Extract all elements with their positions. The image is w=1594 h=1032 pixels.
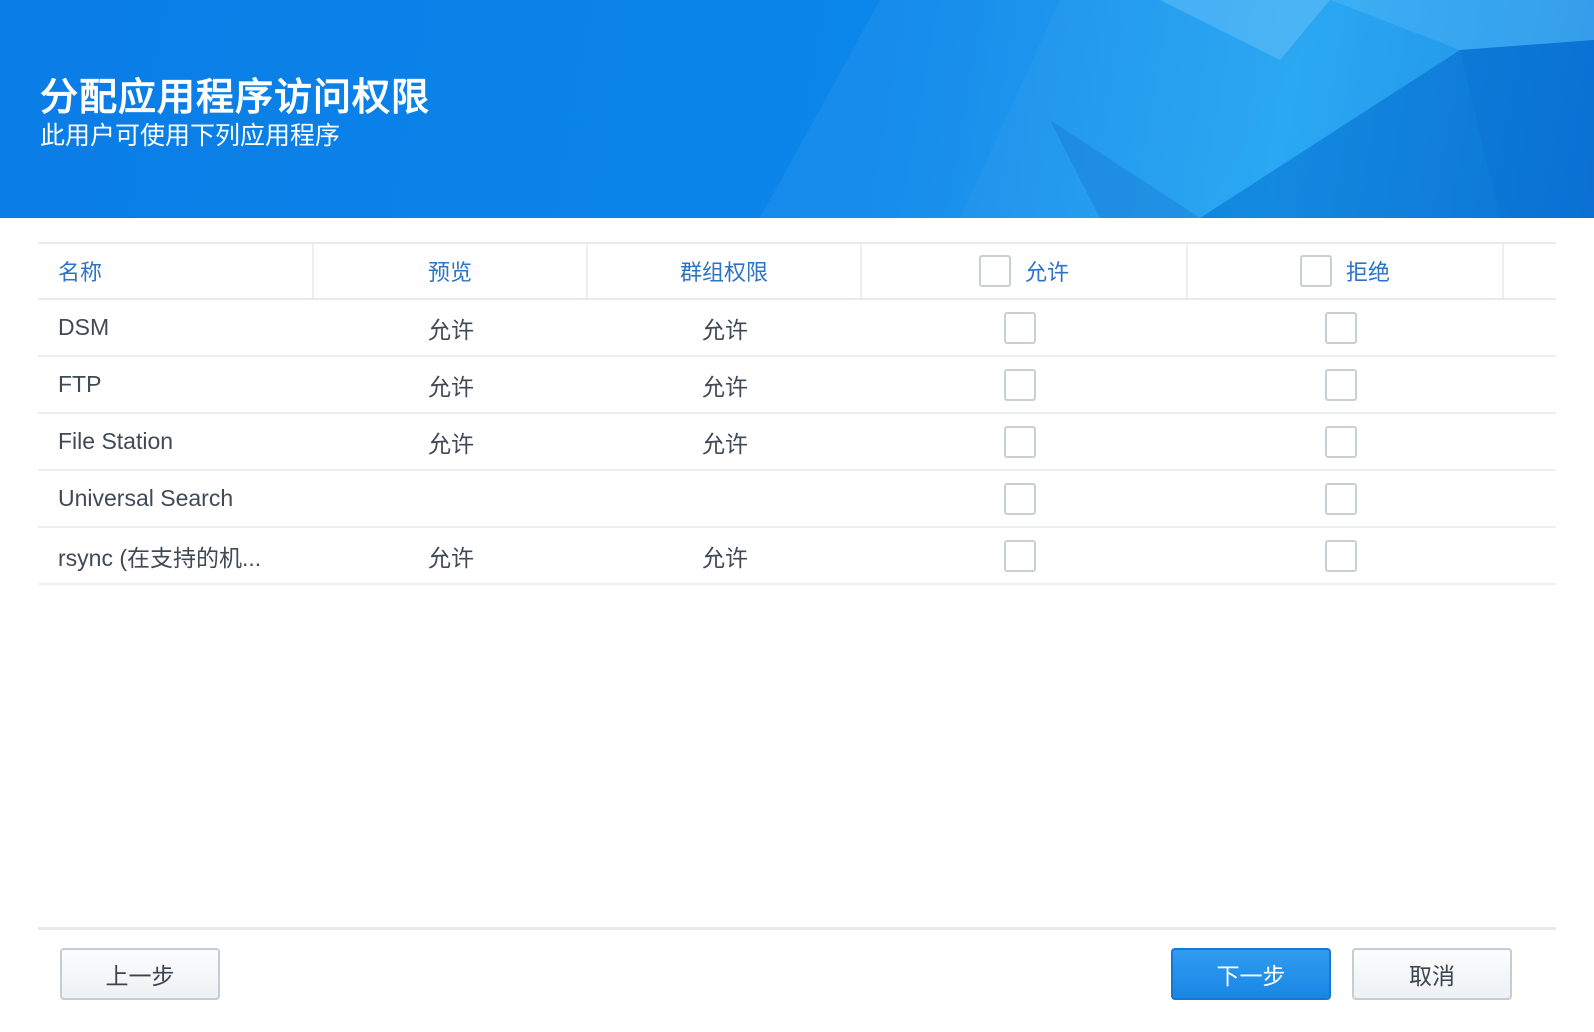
deny-checkbox[interactable] [1325, 425, 1357, 458]
deny-checkbox[interactable] [1325, 482, 1357, 515]
column-header-allow[interactable]: 允许 [862, 244, 1188, 298]
page-title: 分配应用程序访问权限 [40, 77, 431, 119]
deny-checkbox[interactable] [1325, 368, 1357, 401]
next-button[interactable]: 下一步 [1171, 948, 1331, 1000]
group-permission-value: 允许 [702, 544, 748, 571]
app-name: FTP [58, 371, 102, 397]
deny-checkbox[interactable] [1325, 311, 1357, 344]
allow-checkbox[interactable] [1004, 482, 1036, 515]
table-row[interactable]: File Station 允许 允许 [38, 414, 1556, 471]
column-header-name[interactable]: 名称 [38, 244, 314, 298]
allow-checkbox[interactable] [1004, 425, 1036, 458]
table-header: 名称 预览 群组权限 允许 拒绝 [38, 244, 1556, 300]
table-row[interactable]: rsync (在支持的机... 允许 允许 [38, 528, 1556, 585]
app-permission-table: 名称 预览 群组权限 允许 拒绝 DSM 允许 允许 FTP 允许 允许 Fil… [38, 242, 1556, 585]
column-header-preview-label: 预览 [427, 260, 472, 285]
footer-divider [38, 927, 1556, 930]
allow-checkbox[interactable] [1004, 368, 1036, 401]
column-header-deny[interactable]: 拒绝 [1188, 244, 1504, 298]
table-row[interactable]: Universal Search [38, 471, 1556, 528]
allow-checkbox[interactable] [1004, 539, 1036, 572]
column-header-group-permission-label: 群组权限 [679, 260, 768, 285]
allow-checkbox[interactable] [1004, 311, 1036, 344]
table-row[interactable]: FTP 允许 允许 [38, 357, 1556, 414]
column-header-preview[interactable]: 预览 [314, 244, 588, 298]
group-permission-value [588, 471, 862, 526]
deny-checkbox[interactable] [1325, 539, 1357, 572]
column-header-allow-label: 允许 [1024, 260, 1069, 285]
preview-value [314, 471, 588, 526]
column-header-group-permission[interactable]: 群组权限 [588, 244, 862, 298]
allow-all-checkbox[interactable] [978, 255, 1011, 287]
preview-value: 允许 [428, 544, 474, 571]
app-name: rsync (在支持的机... [58, 544, 262, 571]
preview-value: 允许 [428, 430, 474, 457]
group-permission-value: 允许 [702, 316, 748, 343]
app-name: Universal Search [58, 485, 234, 511]
column-header-name-label: 名称 [58, 260, 103, 285]
deny-all-checkbox[interactable] [1299, 255, 1332, 287]
cancel-button[interactable]: 取消 [1352, 948, 1512, 1000]
wizard-banner: 分配应用程序访问权限 此用户可使用下列应用程序 [0, 0, 1594, 218]
table-row[interactable]: DSM 允许 允许 [38, 300, 1556, 357]
preview-value: 允许 [428, 373, 474, 400]
group-permission-value: 允许 [702, 430, 748, 457]
group-permission-value: 允许 [702, 373, 748, 400]
back-button[interactable]: 上一步 [60, 948, 220, 1000]
app-name: DSM [58, 314, 110, 340]
preview-value: 允许 [428, 316, 474, 343]
column-header-deny-label: 拒绝 [1345, 260, 1390, 285]
app-name: File Station [58, 428, 174, 454]
page-subtitle: 此用户可使用下列应用程序 [40, 122, 341, 150]
